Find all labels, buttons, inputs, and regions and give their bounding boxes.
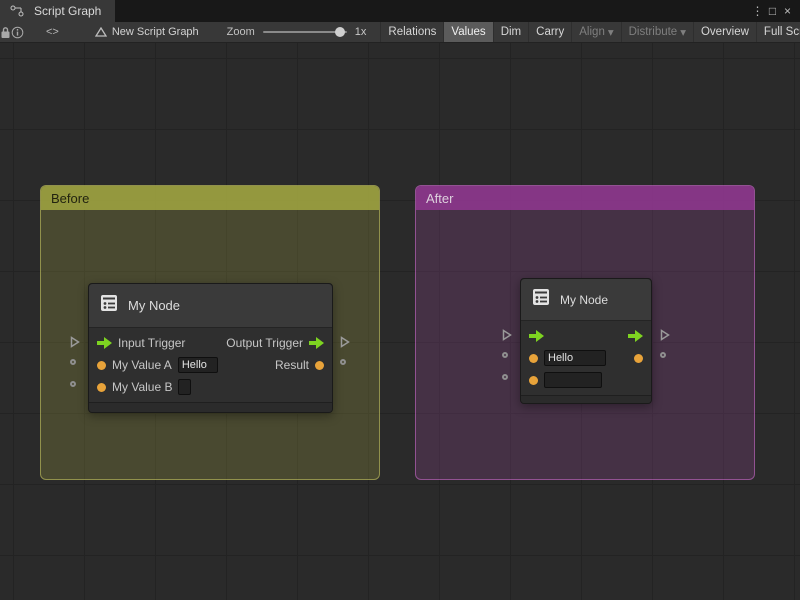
value-a-input[interactable] (544, 350, 606, 366)
group-after-title: After (426, 191, 453, 206)
node-title: My Node (128, 298, 180, 313)
zoom-slider[interactable] (263, 31, 347, 33)
ext-trigger-out-port[interactable] (340, 336, 350, 348)
node-icon (99, 294, 119, 317)
toolbar: <> New Script Graph Zoom 1x Relations Va… (0, 22, 800, 43)
ext-value-a-port[interactable] (502, 352, 508, 358)
info-icon[interactable] (11, 22, 24, 42)
value-a-port-icon[interactable] (529, 354, 538, 363)
result-port-icon[interactable] (315, 361, 324, 370)
ext-value-a-port[interactable] (70, 359, 76, 365)
zoom-label: Zoom (227, 26, 255, 38)
group-before-header[interactable]: Before (41, 186, 379, 210)
value-a-port-row (521, 347, 651, 369)
output-trigger-label: Output Trigger (226, 336, 303, 350)
tab-script-graph[interactable]: Script Graph (0, 0, 115, 22)
fullscreen-button[interactable]: Full Scr (756, 22, 800, 43)
close-icon[interactable]: × (780, 0, 795, 22)
node-header[interactable]: My Node (521, 279, 651, 321)
zoom-control: Zoom 1x (227, 26, 367, 38)
group-before-title: Before (51, 191, 89, 206)
ext-trigger-out-port[interactable] (660, 329, 670, 341)
exec-input-port-icon[interactable] (97, 337, 112, 349)
my-value-a-label: My Value A (112, 358, 172, 372)
graph-name-label: New Script Graph (112, 26, 199, 38)
chevron-down-icon: ▾ (680, 25, 686, 39)
zoom-slider-knob[interactable] (335, 27, 345, 37)
code-view-icon[interactable]: <> (46, 22, 59, 42)
kebab-menu-icon[interactable]: ⋮ (750, 0, 765, 22)
lock-icon[interactable] (0, 22, 11, 42)
dim-button[interactable]: Dim (493, 22, 528, 43)
node-footer (521, 395, 651, 403)
input-trigger-label: Input Trigger (118, 336, 185, 350)
node-my-node-before[interactable]: My Node Input Trigger Output Trigger (88, 283, 333, 413)
group-after-header[interactable]: After (416, 186, 754, 210)
script-graph-icon (6, 1, 28, 21)
relations-button[interactable]: Relations (380, 22, 443, 43)
ext-trigger-in-port[interactable] (70, 336, 80, 348)
node-footer (89, 402, 332, 412)
value-b-port-icon[interactable] (529, 376, 538, 385)
my-value-b-label: My Value B (112, 380, 172, 394)
zoom-value: 1x (355, 26, 367, 38)
distribute-dropdown[interactable]: Distribute▾ (621, 22, 693, 43)
value-b-port-row: My Value B (89, 376, 332, 398)
trigger-port-row: Input Trigger Output Trigger (89, 332, 332, 354)
node-body (521, 321, 651, 395)
ext-result-port[interactable] (660, 352, 666, 358)
exec-output-port-icon[interactable] (309, 337, 324, 349)
result-label: Result (275, 358, 309, 372)
value-b-input[interactable] (544, 372, 602, 388)
node-my-node-after[interactable]: My Node (520, 278, 652, 404)
node-icon (531, 288, 551, 311)
exec-input-port-icon[interactable] (529, 330, 544, 342)
ext-trigger-in-port[interactable] (502, 329, 512, 341)
value-b-port-row (521, 369, 651, 391)
tab-bar: Script Graph ⋮ □ × (0, 0, 800, 22)
tab-title: Script Graph (34, 4, 101, 18)
overview-button[interactable]: Overview (693, 22, 756, 43)
dock-icon[interactable]: □ (765, 0, 780, 22)
align-dropdown[interactable]: Align▾ (571, 22, 620, 43)
window-controls: ⋮ □ × (750, 0, 800, 22)
graph-canvas[interactable]: Before After My Node Input (0, 43, 800, 600)
value-b-port-icon[interactable] (97, 383, 106, 392)
node-body: Input Trigger Output Trigger My Value A … (89, 328, 332, 402)
graph-breadcrumb[interactable]: New Script Graph (95, 26, 199, 38)
ext-result-port[interactable] (340, 359, 346, 365)
script-graph-window: Script Graph ⋮ □ × <> New Script Graph Z… (0, 0, 800, 600)
value-a-port-icon[interactable] (97, 361, 106, 370)
result-port-icon[interactable] (634, 354, 643, 363)
carry-button[interactable]: Carry (528, 22, 571, 43)
value-a-port-row: My Value A Result (89, 354, 332, 376)
node-title: My Node (560, 293, 608, 307)
toolbar-buttons: Relations Values Dim Carry Align▾ Distri… (380, 22, 800, 43)
my-value-a-input[interactable] (178, 357, 218, 373)
node-header[interactable]: My Node (89, 284, 332, 328)
trigger-port-row (521, 325, 651, 347)
graph-icon (95, 27, 107, 38)
exec-output-port-icon[interactable] (628, 330, 643, 342)
chevron-down-icon: ▾ (608, 25, 614, 39)
ext-value-b-port[interactable] (502, 374, 508, 380)
values-button[interactable]: Values (443, 22, 492, 43)
ext-value-b-port[interactable] (70, 381, 76, 387)
my-value-b-input[interactable] (178, 379, 191, 395)
